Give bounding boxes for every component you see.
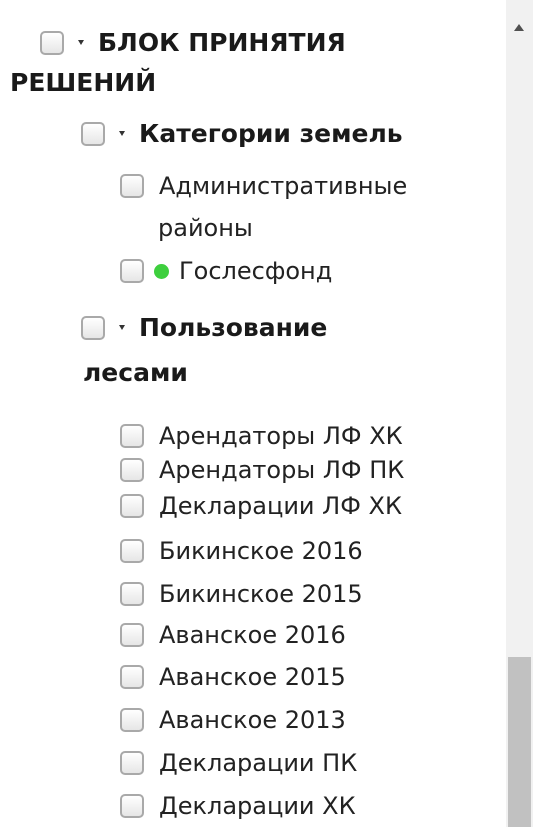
- tree-layer-goslesfond[interactable]: Гослесфонд: [120, 257, 332, 285]
- tree-layer-item[interactable]: Бикинское 2016: [120, 537, 363, 565]
- tree-layer-item[interactable]: Арендаторы ЛФ ПК: [120, 456, 404, 484]
- layer-checkbox[interactable]: [120, 424, 144, 448]
- layer-checkbox[interactable]: [120, 708, 144, 732]
- layer-label: Арендаторы ЛФ ПК: [159, 456, 405, 484]
- caret-down-icon[interactable]: [78, 40, 84, 45]
- tree-layer-item[interactable]: Бикинское 2015: [120, 580, 363, 608]
- layer-label: Гослесфонд: [179, 257, 333, 285]
- scrollbar-thumb[interactable]: [508, 657, 531, 827]
- group-checkbox[interactable]: [81, 315, 105, 340]
- layer-label: Декларации ПК: [159, 749, 358, 777]
- layer-label: Декларации ХК: [159, 792, 356, 820]
- layer-checkbox[interactable]: [120, 458, 144, 482]
- layer-status-dot-icon: [154, 263, 169, 279]
- tree-layer-admin-districts[interactable]: Административные: [120, 172, 407, 200]
- scroll-up-arrow-icon[interactable]: [506, 14, 533, 36]
- layer-label-line2: районы: [158, 214, 253, 242]
- root-label-line1: БЛОК ПРИНЯТИЯ: [98, 28, 346, 57]
- tree-layer-item[interactable]: Арендаторы ЛФ ХК: [120, 422, 403, 450]
- tree-layer-item[interactable]: Декларации ПК: [120, 749, 357, 777]
- layer-checkbox[interactable]: [120, 259, 144, 283]
- tree-layer-item[interactable]: Аванское 2013: [120, 706, 346, 734]
- layer-checkbox[interactable]: [120, 174, 144, 198]
- layer-checkbox[interactable]: [120, 665, 144, 689]
- tree-layer-item[interactable]: Аванское 2015: [120, 663, 346, 691]
- layer-checkbox[interactable]: [120, 539, 144, 563]
- tree-node-group-land-categories[interactable]: Категории земель: [81, 119, 403, 148]
- tree-layer-item[interactable]: Декларации ЛФ ХК: [120, 492, 402, 520]
- group-label-line1: Пользование: [139, 313, 328, 342]
- group-label: Категории земель: [139, 119, 403, 148]
- layer-checkbox[interactable]: [120, 623, 144, 647]
- layer-label: Аванское 2015: [159, 663, 346, 691]
- tree-node-group-forest-use[interactable]: Пользование: [81, 313, 327, 342]
- root-checkbox[interactable]: [40, 30, 64, 55]
- layer-label: Аванское 2013: [159, 706, 346, 734]
- layer-tree-panel: БЛОК ПРИНЯТИЯ РЕШЕНИЙ Категории земель А…: [0, 0, 506, 827]
- layer-checkbox[interactable]: [120, 751, 144, 775]
- layer-label: Бикинское 2015: [159, 580, 363, 608]
- layer-checkbox[interactable]: [120, 582, 144, 606]
- layer-label: Декларации ЛФ ХК: [159, 492, 402, 520]
- caret-down-icon[interactable]: [119, 325, 125, 330]
- group-checkbox[interactable]: [81, 121, 105, 146]
- vertical-scrollbar[interactable]: [506, 0, 533, 827]
- layer-label-line1: Административные: [159, 172, 408, 200]
- layer-label: Бикинское 2016: [159, 537, 363, 565]
- layer-label: Аванское 2016: [159, 621, 346, 649]
- layer-label: Арендаторы ЛФ ХК: [159, 422, 403, 450]
- layer-checkbox[interactable]: [120, 794, 144, 818]
- tree-layer-item[interactable]: Декларации ХК: [120, 792, 356, 820]
- tree-layer-item[interactable]: Аванское 2016: [120, 621, 346, 649]
- group-label-line2: лесами: [83, 358, 188, 387]
- layer-checkbox[interactable]: [120, 494, 144, 518]
- caret-down-icon[interactable]: [119, 131, 125, 136]
- root-label-line2: РЕШЕНИЙ: [10, 68, 157, 97]
- tree-node-root[interactable]: БЛОК ПРИНЯТИЯ: [40, 28, 346, 57]
